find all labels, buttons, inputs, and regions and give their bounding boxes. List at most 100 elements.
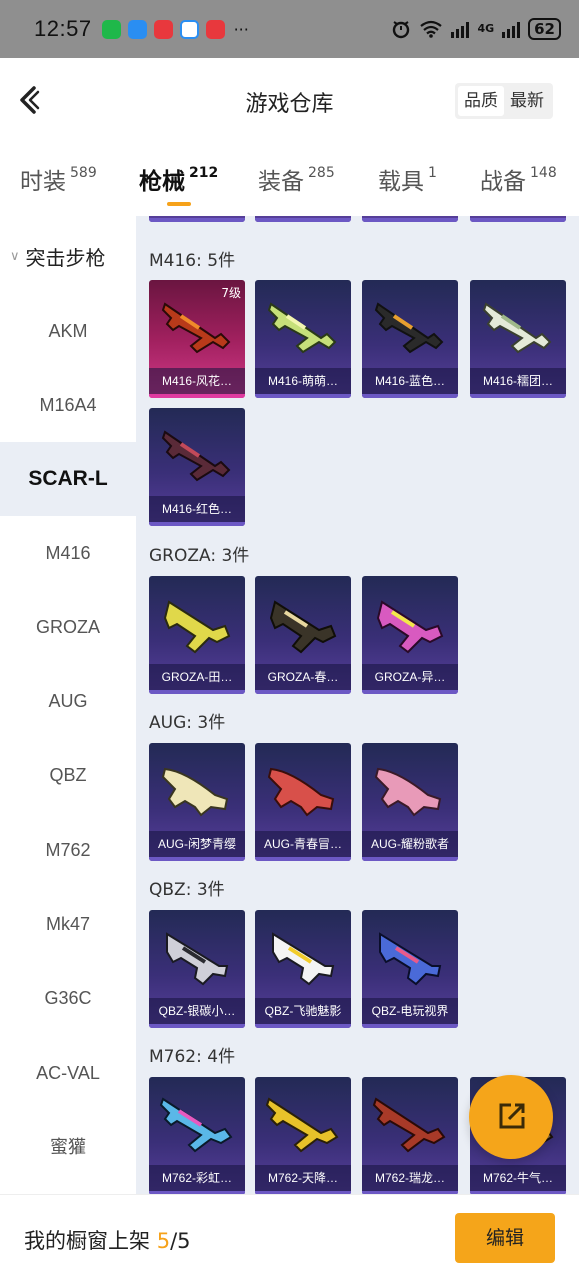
weapon-card[interactable]: GROZA-田… [149, 576, 245, 694]
signal-icon-2 [502, 20, 521, 38]
rifle-icon [166, 932, 229, 986]
tab-label: 载具 [378, 169, 424, 195]
tab-label: 装备 [258, 169, 304, 195]
sidebar-item-m762[interactable]: M762 [0, 813, 136, 887]
sidebar-item-m416[interactable]: M416 [0, 516, 136, 590]
sidebar-item-ac-val[interactable]: AC-VAL [0, 1036, 136, 1110]
tab-equipment[interactable]: 装备 285 [258, 162, 335, 196]
weapon-card[interactable]: QBZ-银碳小… [149, 910, 245, 1028]
tab-count: 1 [428, 165, 437, 181]
weapon-grid: M416: 5件 7级 M416-风花… M416-萌萌… M416-蓝色… M… [136, 216, 579, 1194]
rifle-icon [482, 302, 552, 354]
tab-count: 285 [308, 165, 335, 181]
weapon-card[interactable]: M416-萌萌… [255, 280, 351, 398]
notification-icons: ··· [101, 19, 249, 39]
bottom-bar: 我的橱窗上架 5/5 编辑 [0, 1194, 579, 1280]
sidebar-item-scar-l[interactable]: SCAR-L [0, 442, 136, 516]
weapon-name: AUG-青春冒… [255, 831, 351, 857]
more-notifications-icon: ··· [233, 19, 249, 39]
weapon-name: M416-糯团… [470, 368, 566, 394]
weapon-card[interactable]: M762-天降… [255, 1077, 351, 1194]
weapon-name: GROZA-春… [255, 664, 351, 690]
weapon-card[interactable]: GROZA-异… [362, 576, 458, 694]
sidebar-item-g36c[interactable]: G36C [0, 961, 136, 1035]
showcase-total: /5 [170, 1229, 191, 1253]
weapon-card[interactable] [362, 216, 458, 222]
edit-button[interactable]: 编辑 [455, 1213, 555, 1263]
weapon-name: GROZA-田… [149, 664, 245, 690]
card-border [362, 218, 458, 222]
weapon-card[interactable]: M762-瑞龙… [362, 1077, 458, 1194]
weapon-name: QBZ-飞驰魅影 [255, 998, 351, 1024]
rifle-icon [379, 932, 442, 986]
tab-fashion[interactable]: 时装 589 [20, 162, 97, 196]
weapon-name: GROZA-异… [362, 664, 458, 690]
sidebar-item-honey-badger[interactable]: 蜜獾 [0, 1110, 136, 1184]
weapon-card[interactable]: M416-糯团… [470, 280, 566, 398]
card-border [149, 394, 245, 398]
chevron-down-icon: ∨ [10, 248, 20, 264]
weapon-card[interactable] [255, 216, 351, 222]
rifle-icon [374, 302, 444, 354]
message-icon [127, 19, 147, 39]
weapon-card[interactable]: AUG-闲梦青缨 [149, 743, 245, 861]
tab-firearms[interactable]: 枪械 212 [139, 162, 219, 206]
alarm-icon [393, 21, 410, 39]
weapon-card[interactable]: M762-彩虹… [149, 1077, 245, 1194]
weapon-card[interactable]: 7级 M416-风花… [149, 280, 245, 398]
weapon-name: QBZ-电玩视界 [362, 998, 458, 1024]
sidebar-category[interactable]: ∨ 突击步枪 [0, 236, 136, 276]
header: 游戏仓库 品质 最新 [0, 58, 579, 144]
weapon-card[interactable]: GROZA-春… [255, 576, 351, 694]
card-border [362, 1024, 458, 1028]
share-button[interactable] [469, 1075, 553, 1159]
card-border [362, 690, 458, 694]
weapon-card[interactable]: M416-红色… [149, 408, 245, 526]
status-bar: 12:57 ··· 4G 62 [0, 0, 579, 58]
card-border [255, 690, 351, 694]
rifle-icon [265, 1097, 339, 1153]
battery-indicator: 62 [528, 18, 561, 40]
group-title-qbz: QBZ: 3件 [149, 880, 225, 900]
weapon-card[interactable] [149, 216, 245, 222]
weapon-sidebar: ∨ 突击步枪 AKM M16A4 SCAR-L M416 GROZA AUG QB… [0, 216, 136, 1194]
card-border [149, 690, 245, 694]
tab-label: 枪械 [139, 169, 185, 195]
weapon-name: M416-风花… [149, 368, 245, 394]
weapon-card[interactable] [470, 216, 566, 222]
rifle-icon [163, 600, 231, 654]
card-border [149, 1024, 245, 1028]
weapon-card[interactable]: AUG-耀粉歌者 [362, 743, 458, 861]
card-border [255, 1024, 351, 1028]
share-icon [499, 1103, 525, 1129]
card-border [470, 218, 566, 222]
rifle-icon [272, 932, 335, 986]
weapon-card[interactable]: AUG-青春冒… [255, 743, 351, 861]
tab-vehicles[interactable]: 载具 1 [378, 162, 437, 196]
wechat-icon [101, 19, 121, 39]
sidebar-item-mk47[interactable]: Mk47 [0, 887, 136, 961]
sort-quality-button[interactable]: 品质 [458, 86, 504, 116]
sidebar-item-m16a4[interactable]: M16A4 [0, 368, 136, 442]
weapon-card[interactable]: QBZ-电玩视界 [362, 910, 458, 1028]
sidebar-item-aug[interactable]: AUG [0, 664, 136, 738]
sidebar-item-groza[interactable]: GROZA [0, 590, 136, 664]
card-border [362, 394, 458, 398]
category-tabs: 时装 589 枪械 212 装备 285 载具 1 战备 148 [0, 144, 579, 216]
rifle-icon [161, 767, 229, 817]
tab-count: 212 [189, 165, 219, 181]
rifle-icon [376, 600, 444, 654]
rifle-icon [161, 430, 231, 482]
card-border [470, 394, 566, 398]
sidebar-item-akm[interactable]: AKM [0, 294, 136, 368]
weapon-card[interactable]: M416-蓝色… [362, 280, 458, 398]
tab-supplies[interactable]: 战备 148 [480, 162, 557, 196]
rifle-icon [372, 1097, 446, 1153]
signal-icon [451, 20, 470, 38]
rifle-icon [267, 767, 335, 817]
sidebar-item-qbz[interactable]: QBZ [0, 738, 136, 812]
rifle-icon [267, 302, 337, 354]
weapon-card[interactable]: QBZ-飞驰魅影 [255, 910, 351, 1028]
sort-latest-button[interactable]: 最新 [504, 86, 550, 116]
showcase-status: 我的橱窗上架 5/5 [24, 1225, 191, 1255]
